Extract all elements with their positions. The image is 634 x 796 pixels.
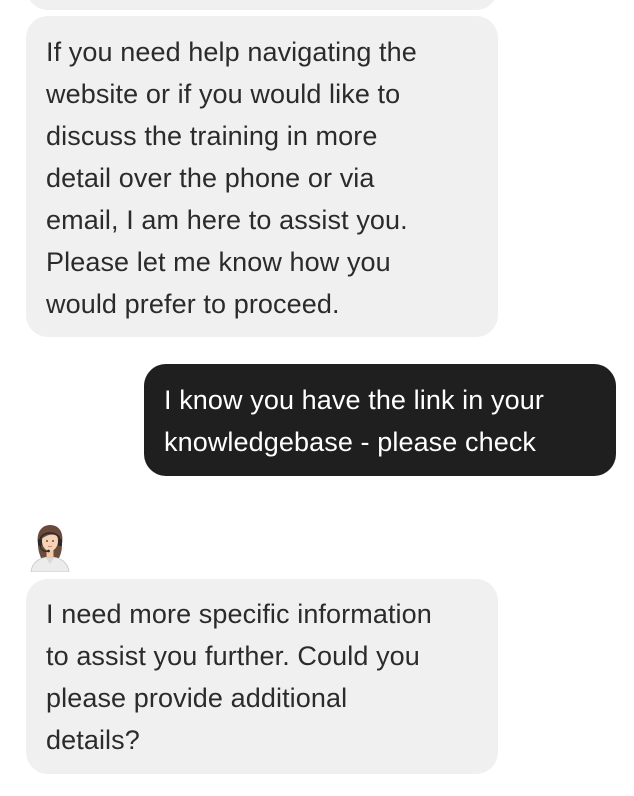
- chat-thread: If you need help navigating the website …: [0, 0, 634, 796]
- message-line: email, I am here to assist you.: [46, 205, 408, 235]
- previous-assistant-message-bubble: [26, 0, 498, 10]
- user-message-bubble: I know you have the link in your knowled…: [144, 364, 616, 476]
- message-line: discuss the training in more: [46, 121, 378, 151]
- message-line: would prefer to proceed.: [46, 289, 340, 319]
- assistant-message-bubble: I need more specific information to assi…: [26, 579, 498, 774]
- message-line: details?: [46, 725, 140, 755]
- message-line: please provide additional: [46, 683, 348, 713]
- message-line: knowledgebase - please check: [164, 427, 537, 457]
- message-line: website or if you would like to: [46, 79, 401, 109]
- message-line: I need more specific information: [46, 599, 432, 629]
- message-line: detail over the phone or via: [46, 163, 375, 193]
- message-line: Please let me know how you: [46, 247, 391, 277]
- message-line: to assist you further. Could you: [46, 641, 420, 671]
- message-line: I know you have the link in your: [164, 385, 544, 415]
- assistant-message-bubble: If you need help navigating the website …: [26, 16, 498, 337]
- message-line: If you need help navigating the: [46, 37, 417, 67]
- support-agent-avatar-icon: [30, 525, 70, 572]
